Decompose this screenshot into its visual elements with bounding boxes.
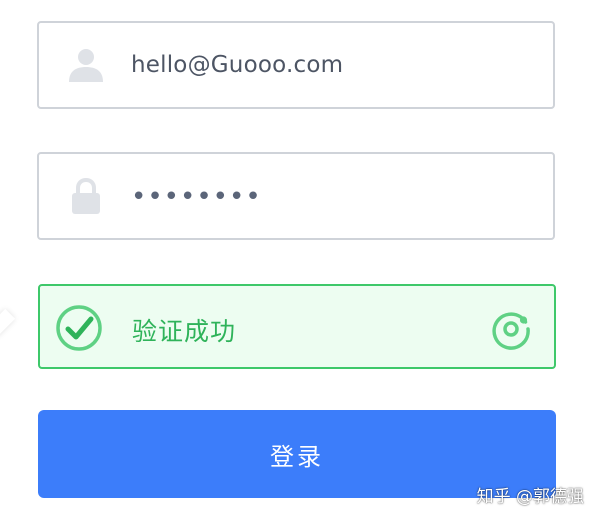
verification-status-text: 验证成功: [132, 317, 237, 346]
password-value[interactable]: ••••••••: [131, 182, 539, 212]
email-field[interactable]: hello@Guooo.com: [37, 21, 555, 109]
refresh-icon[interactable]: [490, 308, 532, 350]
email-value[interactable]: hello@Guooo.com: [131, 52, 539, 78]
user-icon: [66, 45, 106, 85]
watermark: 知乎 @郭德强: [476, 487, 584, 507]
login-form: hello@Guooo.com •••••••• 验证成功 登录 知乎 @郭德强: [0, 0, 600, 520]
check-circle-icon: [54, 303, 104, 353]
panel-pointer: [0, 308, 16, 338]
password-field[interactable]: ••••••••: [37, 152, 555, 240]
captcha-verification: 验证成功: [38, 284, 556, 369]
lock-icon: [66, 176, 106, 216]
